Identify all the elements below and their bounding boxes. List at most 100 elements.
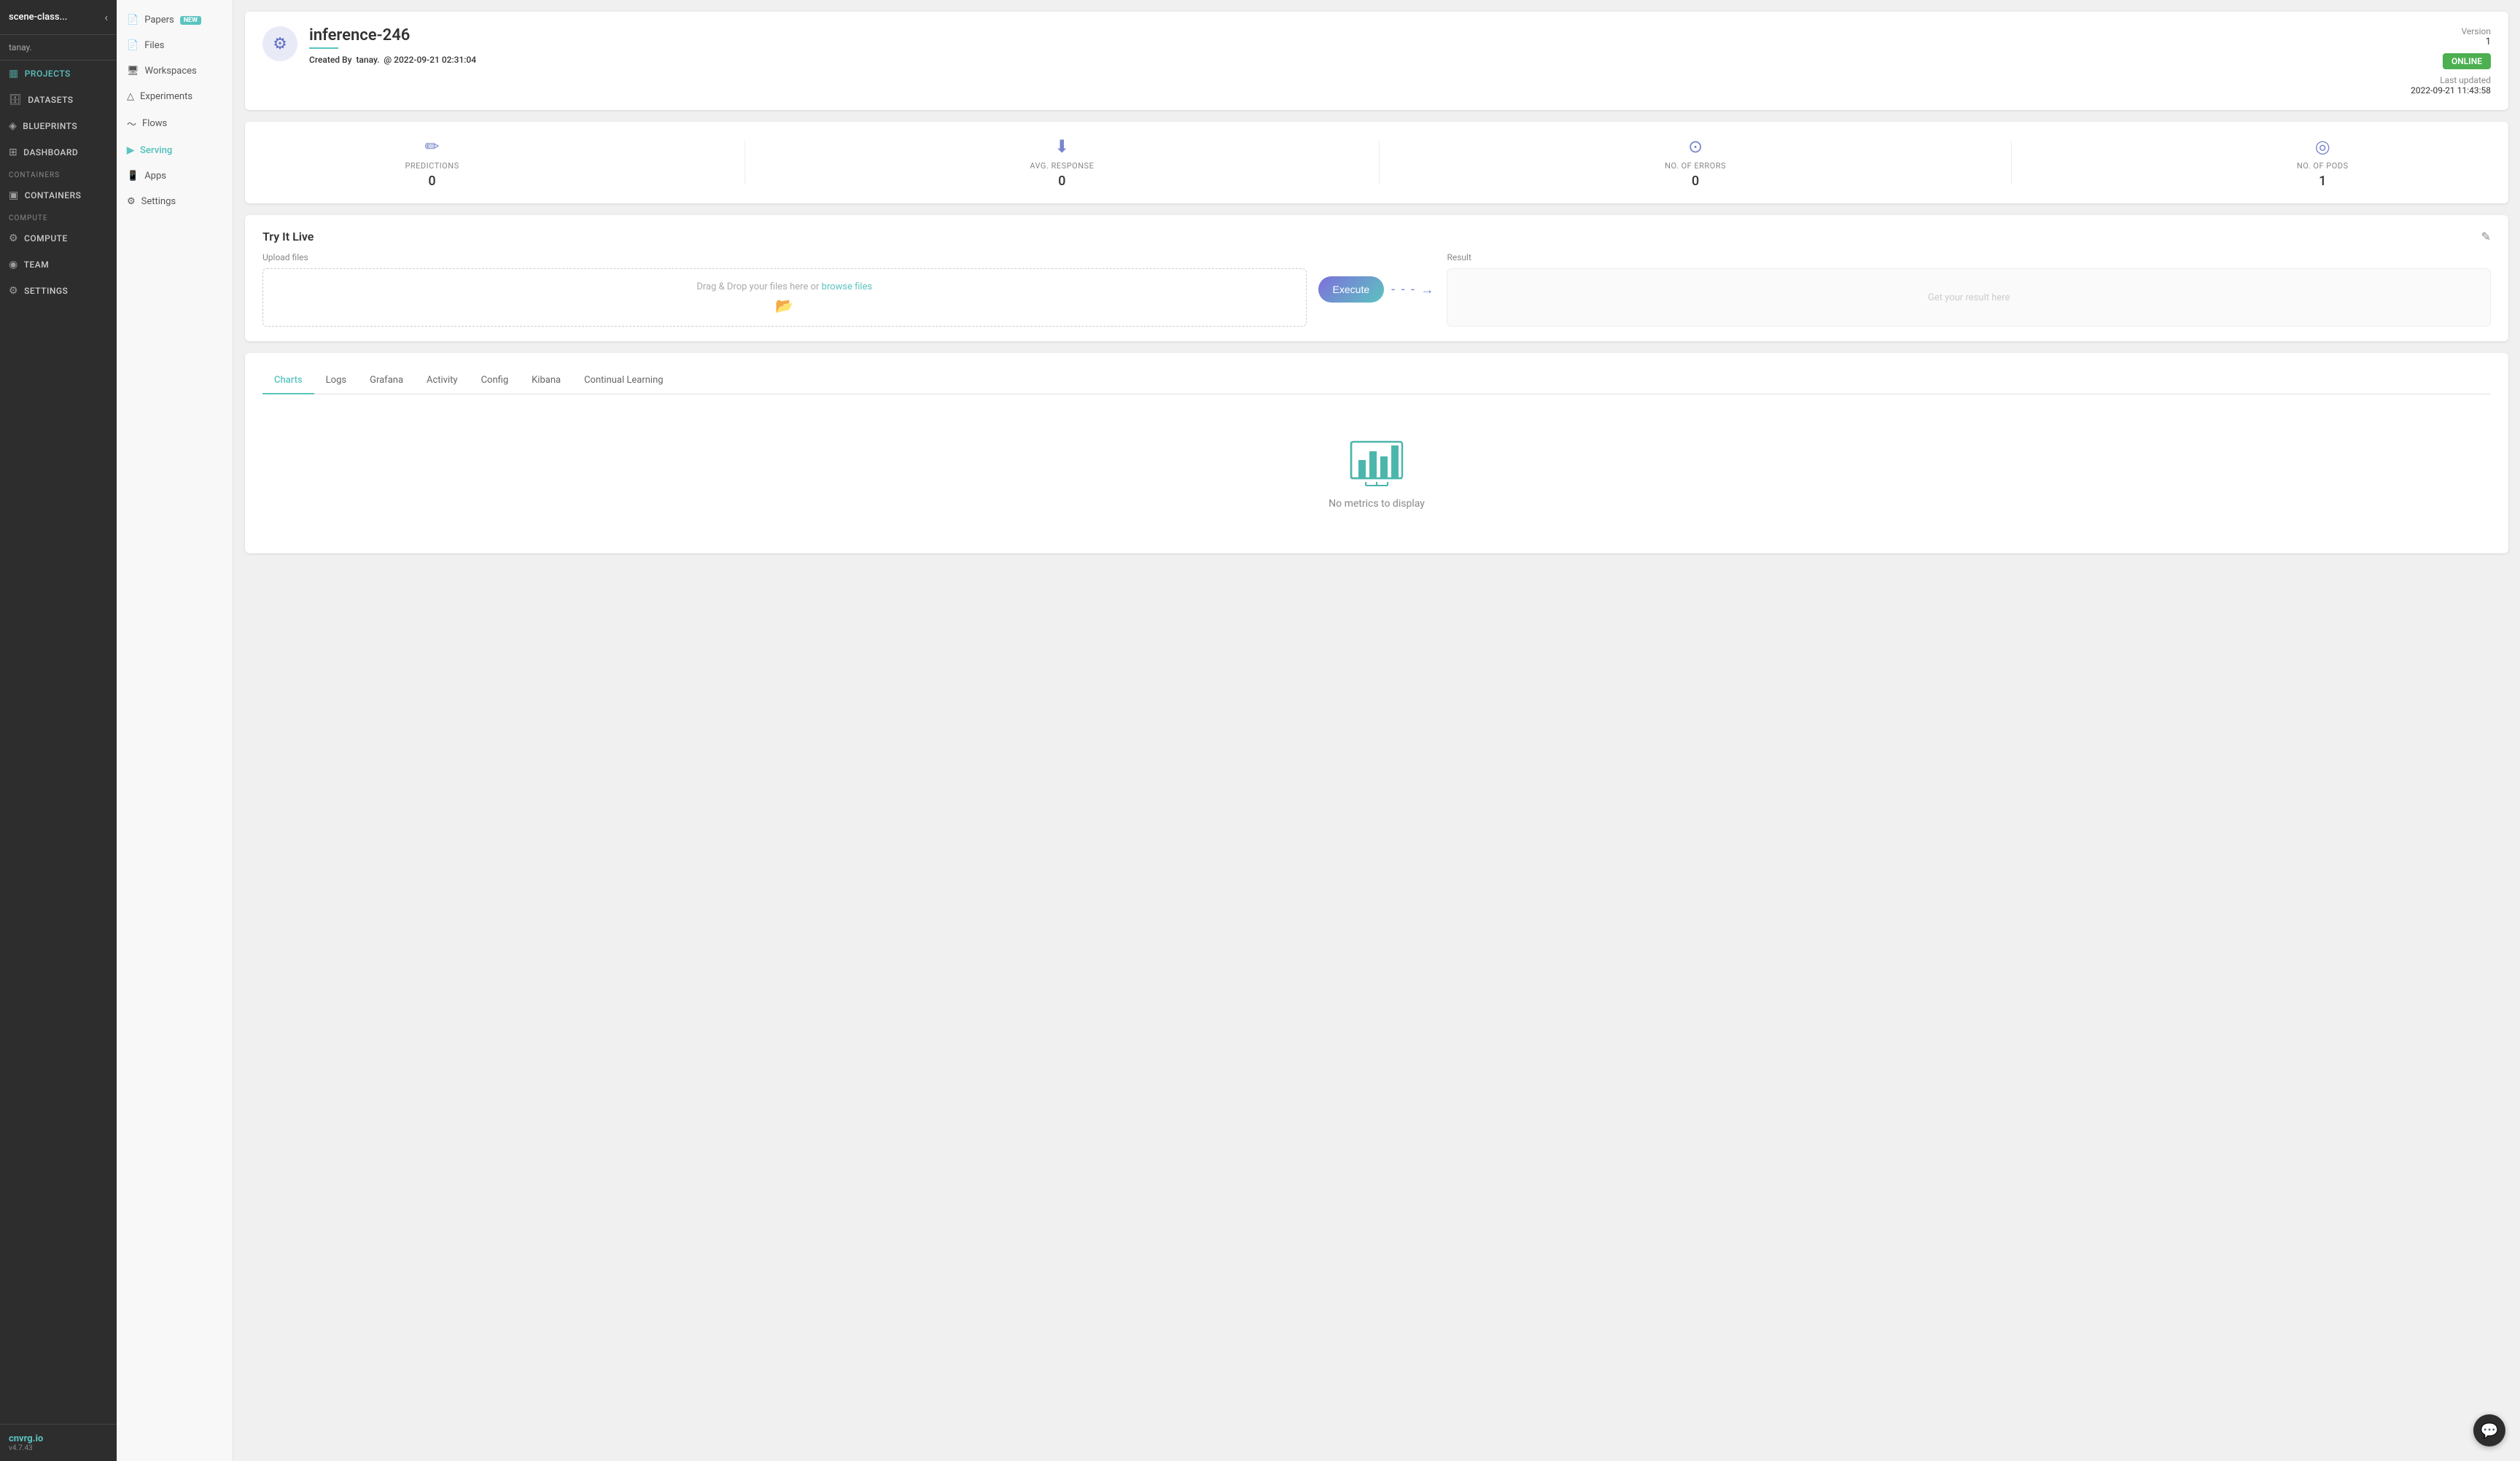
upload-label: Upload files — [262, 252, 1307, 262]
compute-section-label: COMPUTE — [0, 209, 117, 225]
result-placeholder: Get your result here — [1928, 292, 2010, 303]
files-label: Files — [144, 40, 164, 51]
serving-label: Serving — [140, 145, 172, 156]
upload-dropzone[interactable]: Drag & Drop your files here or browse fi… — [262, 268, 1307, 327]
tab-logs[interactable]: Logs — [314, 367, 358, 394]
tab-continual-learning[interactable]: Continual Learning — [572, 367, 674, 394]
blueprints-icon: ◈ — [9, 120, 17, 132]
settings-nav-icon: ⚙ — [127, 196, 136, 207]
footer-version: v4.7.43 — [9, 1444, 108, 1452]
sidebar-item-dashboard[interactable]: ⊞ DASHBOARD — [0, 139, 117, 165]
version-value: 1 — [2411, 36, 2491, 47]
stat-predictions: ✏ PREDICTIONS 0 — [405, 136, 459, 189]
sidebar-item-blueprints[interactable]: ◈ BLUEPRINTS — [0, 113, 117, 139]
stat-pods: ◎ NO. OF PODS 1 — [2297, 136, 2349, 189]
tab-activity[interactable]: Activity — [415, 367, 470, 394]
service-meta: Created By tanay. @ 2022-09-21 02:31:04 — [309, 55, 2399, 65]
projects-icon: ▦ — [9, 68, 19, 79]
sidebar-item-containers[interactable]: ▣ CONTAINERS — [0, 182, 117, 209]
apps-icon: 📱 — [127, 171, 139, 182]
left-sidebar: scene-class... ‹ tanay. ▦ PROJECTS 🗄 DAT… — [0, 0, 117, 1461]
sidebar-user: tanay. — [0, 35, 117, 61]
sidebar-item-projects[interactable]: ▦ PROJECTS — [0, 61, 117, 87]
close-sidebar-button[interactable]: ‹ — [104, 10, 108, 24]
tab-grafana[interactable]: Grafana — [358, 367, 415, 394]
chat-button[interactable]: 💬 — [2473, 1414, 2505, 1446]
predictions-value: 0 — [405, 174, 459, 189]
sidebar-item-team[interactable]: ◉ TEAM — [0, 252, 117, 278]
tab-config[interactable]: Config — [470, 367, 521, 394]
experiments-icon: △ — [127, 91, 134, 102]
pods-icon: ◎ — [2297, 136, 2349, 157]
apps-label: Apps — [144, 171, 166, 182]
drag-drop-text: Drag & Drop your files here or browse fi… — [696, 281, 872, 292]
created-by-user: tanay. — [356, 55, 379, 65]
footer-brand: cnvrg.io — [9, 1433, 108, 1444]
nav-item-workspaces[interactable]: 🖥 Workspaces — [117, 58, 233, 84]
no-metrics-chart-icon — [1348, 438, 1406, 489]
stat-avg-response: ⬇ AVG. RESPONSE 0 — [1030, 136, 1094, 189]
nav-item-apps[interactable]: 📱 Apps — [117, 163, 233, 189]
no-metrics-section: No metrics to display — [262, 409, 2491, 539]
execute-section: Execute - - - → — [1318, 252, 1436, 327]
nav-item-serving[interactable]: ▶ Serving — [117, 138, 233, 163]
files-icon: 📄 — [127, 40, 139, 51]
try-live-title: Try It Live — [262, 230, 314, 244]
try-live-header: Try It Live ✎ — [262, 230, 2491, 244]
nav-item-files[interactable]: 📄 Files — [117, 33, 233, 58]
sidebar-item-settings[interactable]: ⚙ SETTINGS — [0, 278, 117, 304]
main-content: ⚙ inference-246 Created By tanay. @ 2022… — [233, 0, 2520, 1461]
service-icon: ⚙ — [262, 26, 298, 61]
containers-icon: ▣ — [9, 190, 19, 201]
try-live-body: Upload files Drag & Drop your files here… — [262, 252, 2491, 327]
last-updated-label: Last updated — [2411, 75, 2491, 85]
created-by-label: Created By — [309, 55, 351, 65]
pods-value: 1 — [2297, 174, 2349, 189]
serving-icon: ▶ — [127, 145, 134, 156]
stat-divider-2 — [1379, 141, 1380, 184]
tabs-bar: Charts Logs Grafana Activity Config Kiba… — [262, 367, 2491, 394]
browse-files-link[interactable]: browse files — [822, 281, 873, 292]
tab-charts[interactable]: Charts — [262, 367, 314, 394]
errors-label: NO. OF ERRORS — [1665, 161, 1726, 171]
charts-card: Charts Logs Grafana Activity Config Kiba… — [245, 353, 2508, 553]
result-area: Get your result here — [1447, 268, 2491, 327]
arrow-dots: - - - → — [1391, 282, 1435, 297]
status-badge: ONLINE — [2443, 53, 2491, 69]
avg-response-value: 0 — [1030, 174, 1094, 189]
stat-errors: ⊙ NO. OF ERRORS 0 — [1665, 136, 1726, 189]
service-title: inference-246 — [309, 26, 2399, 44]
created-at: @ 2022-09-21 02:31:04 — [384, 55, 476, 65]
datasets-icon: 🗄 — [9, 94, 22, 106]
service-version-block: Version 1 ONLINE Last updated 2022-09-21… — [2411, 26, 2491, 96]
nav-item-papers[interactable]: 📄 Papers NEW — [117, 7, 233, 33]
nav-item-flows[interactable]: 〜 Flows — [117, 109, 233, 138]
nav-item-settings[interactable]: ⚙ Settings — [117, 189, 233, 214]
expand-icon[interactable]: ✎ — [2481, 230, 2491, 244]
predictions-label: PREDICTIONS — [405, 161, 459, 171]
tab-kibana[interactable]: Kibana — [520, 367, 572, 394]
workspaces-label: Workspaces — [145, 66, 197, 77]
execute-button[interactable]: Execute — [1318, 276, 1385, 303]
try-live-card: Try It Live ✎ Upload files Drag & Drop y… — [245, 215, 2508, 341]
result-label: Result — [1447, 252, 2491, 262]
avg-response-label: AVG. RESPONSE — [1030, 161, 1094, 171]
nav-item-experiments[interactable]: △ Experiments — [117, 84, 233, 109]
new-badge: NEW — [180, 16, 201, 25]
stats-card: ✏ PREDICTIONS 0 ⬇ AVG. RESPONSE 0 ⊙ NO. … — [245, 122, 2508, 203]
sidebar-item-datasets[interactable]: 🗄 DATASETS — [0, 87, 117, 113]
containers-section-label: CONTAINERS — [0, 165, 117, 182]
errors-icon: ⊙ — [1665, 136, 1726, 157]
service-header-card: ⚙ inference-246 Created By tanay. @ 2022… — [245, 12, 2508, 110]
sidebar-item-compute[interactable]: ⚙ COMPUTE — [0, 225, 117, 252]
dashboard-icon: ⊞ — [9, 147, 18, 158]
errors-value: 0 — [1665, 174, 1726, 189]
version-label: Version — [2411, 26, 2491, 36]
sidebar-header: scene-class... ‹ — [0, 0, 117, 35]
service-info: inference-246 Created By tanay. @ 2022-0… — [309, 26, 2399, 65]
stat-divider-3 — [2011, 141, 2012, 184]
predictions-icon: ✏ — [405, 136, 459, 157]
settings-icon: ⚙ — [9, 285, 18, 297]
last-updated-value: 2022-09-21 11:43:58 — [2411, 85, 2491, 96]
result-section: Result Get your result here — [1447, 252, 2491, 327]
